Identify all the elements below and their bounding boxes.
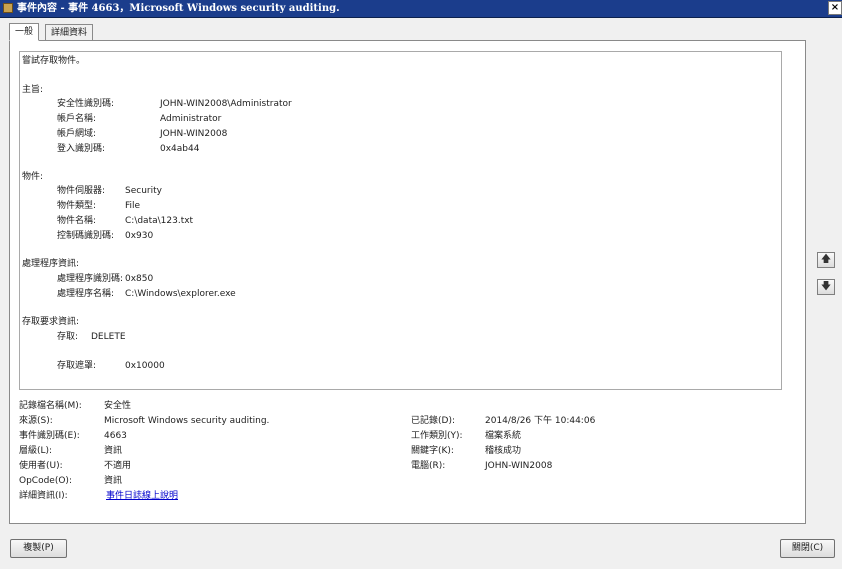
close-button[interactable]: 關閉(C) (780, 539, 835, 558)
subject-sid-label: 安全性識別碼: (57, 99, 115, 109)
event-properties-icon (3, 3, 13, 13)
event-id-label: 事件識別碼(E): (19, 431, 80, 441)
process-id-label: 處理程序識別碼: (57, 274, 124, 284)
opcode-value: 資訊 (104, 476, 123, 486)
arrow-down-icon: 🡇 (820, 281, 832, 292)
object-server-value: Security (125, 186, 162, 196)
arrow-up-icon: 🡅 (820, 254, 832, 265)
opcode-label: OpCode(O): (19, 476, 72, 486)
tab-details[interactable]: 詳細資料 (45, 24, 94, 40)
access-value: DELETE (91, 332, 126, 342)
access-heading: 存取要求資訊: (22, 317, 80, 327)
next-event-button[interactable]: 🡇 (817, 279, 835, 295)
object-name-label: 物件名稱: (57, 216, 97, 226)
process-name-label: 處理程序名稱: (57, 289, 115, 299)
subject-sid-value: JOHN-WIN2008\Administrator (160, 99, 292, 109)
log-name-label: 記錄檔名稱(M): (19, 401, 82, 411)
copy-button[interactable]: 複製(P) (10, 539, 67, 558)
close-window-button[interactable]: × (828, 1, 842, 15)
keywords-label: 關鍵字(K): (411, 446, 454, 456)
user-value: 不適用 (104, 461, 132, 471)
event-log-online-help-link[interactable]: 事件日誌線上說明 (106, 491, 178, 502)
subject-heading: 主旨: (22, 85, 44, 95)
object-name-value: C:\data\123.txt (125, 216, 194, 226)
process-name-value: C:\Windows\explorer.exe (125, 289, 236, 299)
subject-account-value: Administrator (160, 114, 222, 124)
task-category-label: 工作類別(Y): (411, 431, 463, 441)
logged-label: 已記錄(D): (411, 416, 455, 426)
object-handle-value: 0x930 (125, 231, 154, 241)
event-id-value: 4663 (104, 431, 127, 441)
subject-account-label: 帳戶名稱: (57, 114, 97, 124)
level-value: 資訊 (104, 446, 123, 456)
access-label: 存取: (57, 332, 79, 342)
access-mask-label: 存取遮罩: (57, 361, 97, 371)
process-id-value: 0x850 (125, 274, 154, 284)
description-intro: 嘗試存取物件。 (22, 56, 86, 66)
object-type-value: File (125, 201, 141, 211)
user-label: 使用者(U): (19, 461, 63, 471)
tab-general[interactable]: 一般 (9, 23, 40, 41)
keywords-value: 稽核成功 (485, 446, 522, 456)
computer-value: JOHN-WIN2008 (485, 461, 553, 471)
more-info-label: 詳細資訊(I): (19, 491, 68, 501)
title-bar: 事件內容 - 事件 4663，Microsoft Windows securit… (0, 0, 842, 18)
previous-event-button[interactable]: 🡅 (817, 252, 835, 268)
source-value: Microsoft Windows security auditing. (104, 416, 270, 426)
subject-logon-label: 登入識別碼: (57, 144, 106, 154)
log-name-value: 安全性 (104, 401, 132, 411)
window-title: 事件內容 - 事件 4663，Microsoft Windows securit… (17, 3, 340, 14)
object-type-label: 物件類型: (57, 201, 97, 211)
object-heading: 物件: (22, 172, 44, 182)
logged-value: 2014/8/26 下午 10:44:06 (485, 416, 596, 426)
source-label: 來源(S): (19, 416, 53, 426)
subject-domain-label: 帳戶網域: (57, 129, 97, 139)
process-heading: 處理程序資訊: (22, 259, 80, 269)
computer-label: 電腦(R): (411, 461, 446, 471)
subject-domain-value: JOHN-WIN2008 (160, 129, 228, 139)
subject-logon-value: 0x4ab44 (160, 144, 200, 154)
object-server-label: 物件伺服器: (57, 186, 106, 196)
task-category-value: 檔案系統 (485, 431, 522, 441)
object-handle-label: 控制碼識別碼: (57, 231, 115, 241)
level-label: 層級(L): (19, 446, 53, 456)
access-mask-value: 0x10000 (125, 361, 165, 371)
